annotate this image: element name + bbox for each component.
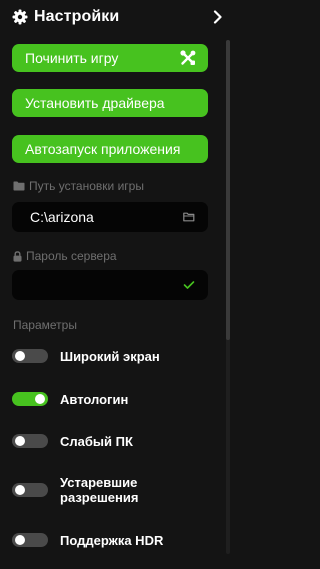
toggle-knob [15, 485, 25, 495]
folder-icon [13, 181, 25, 191]
legacy-resolutions-toggle[interactable] [12, 483, 48, 497]
option-hdr-support[interactable]: Поддержка HDR [12, 531, 212, 549]
low-end-pc-label: Слабый ПК [60, 433, 133, 449]
page-title: Настройки [34, 8, 120, 25]
toggle-knob [15, 535, 25, 545]
install-path-value: C:\arizona [30, 209, 94, 225]
server-password-field[interactable] [12, 270, 208, 300]
tools-icon [180, 50, 196, 66]
install-path-field[interactable]: C:\arizona [12, 202, 208, 232]
check-icon[interactable] [182, 278, 196, 292]
install-drivers-label: Установить драйвера [25, 95, 165, 111]
install-path-label: Путь установки игры [13, 179, 144, 193]
settings-header: Настройки [12, 7, 224, 27]
gear-icon [12, 9, 28, 25]
chevron-right-icon[interactable] [212, 8, 224, 26]
option-widescreen[interactable]: Широкий экран [12, 347, 212, 365]
lock-icon [13, 250, 22, 262]
install-path-label-text: Путь установки игры [29, 179, 144, 193]
toggle-knob [15, 436, 25, 446]
toggle-knob [15, 351, 25, 361]
hdr-support-toggle[interactable] [12, 533, 48, 547]
folder-open-icon[interactable] [182, 210, 196, 224]
legacy-resolutions-label: Устаревшие разрешения [60, 475, 139, 505]
autologin-toggle[interactable] [12, 392, 48, 406]
server-password-label-text: Пароль сервера [26, 249, 117, 263]
low-end-pc-toggle[interactable] [12, 434, 48, 448]
autostart-label: Автозапуск приложения [25, 141, 181, 157]
autostart-button[interactable]: Автозапуск приложения [12, 135, 208, 163]
autologin-label: Автологин [60, 391, 129, 407]
widescreen-label: Широкий экран [60, 348, 160, 364]
option-low-end-pc[interactable]: Слабый ПК [12, 432, 212, 450]
parameters-title: Параметры [13, 318, 77, 332]
install-drivers-button[interactable]: Установить драйвера [12, 89, 208, 117]
widescreen-toggle[interactable] [12, 349, 48, 363]
hdr-support-label: Поддержка HDR [60, 532, 164, 548]
repair-game-label: Починить игру [25, 50, 119, 66]
option-autologin[interactable]: Автологин [12, 390, 212, 408]
scrollbar-thumb[interactable] [226, 40, 230, 340]
repair-game-button[interactable]: Починить игру [12, 44, 208, 72]
option-legacy-resolutions[interactable]: Устаревшие разрешения [12, 474, 212, 506]
toggle-knob [35, 394, 45, 404]
server-password-label: Пароль сервера [13, 249, 117, 263]
